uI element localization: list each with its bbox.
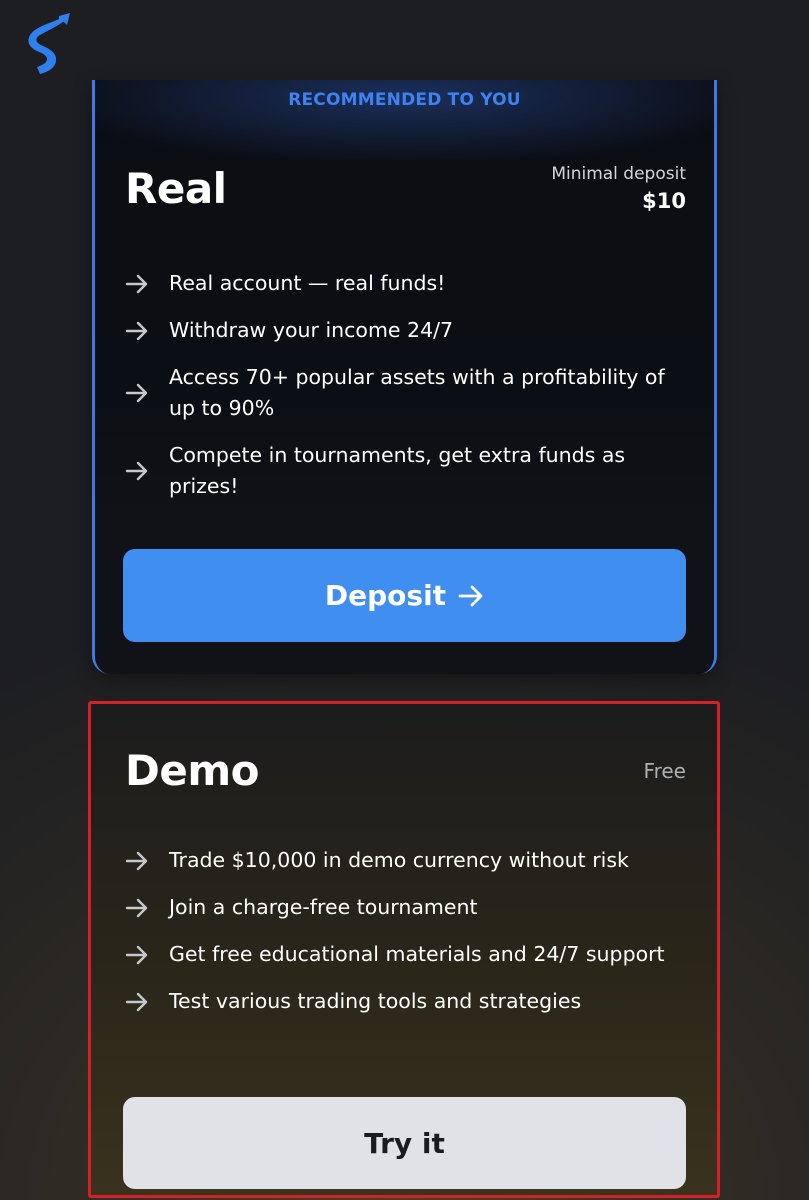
real-features-list: Real account — real funds! Withdraw your…: [125, 268, 685, 518]
real-card-title: Real: [125, 164, 227, 213]
list-item: Join a charge-free tournament: [125, 892, 685, 923]
arrow-right-icon: [125, 945, 151, 965]
arrow-right-icon: [125, 898, 151, 918]
feature-text: Access 70+ popular assets with a profita…: [169, 365, 665, 420]
list-item: Withdraw your income 24/7: [125, 315, 685, 346]
minimal-deposit-label: Minimal deposit: [551, 164, 686, 184]
minimal-deposit-info: Minimal deposit $10: [551, 164, 686, 213]
arrow-right-icon: [458, 585, 484, 607]
arrow-right-icon: [125, 461, 151, 481]
list-item: Access 70+ popular assets with a profita…: [125, 362, 685, 424]
feature-text: Real account — real funds!: [169, 271, 446, 295]
minimal-deposit-value: $10: [642, 189, 686, 213]
demo-card-title: Demo: [125, 746, 259, 795]
arrow-right-icon: [125, 383, 151, 403]
feature-text: Compete in tournaments, get extra funds …: [169, 443, 626, 498]
arrow-right-icon: [125, 992, 151, 1012]
demo-account-card: Demo Free Trade $10,000 in demo currency…: [88, 701, 720, 1198]
feature-text: Get free educational materials and 24/7 …: [169, 942, 665, 966]
list-item: Get free educational materials and 24/7 …: [125, 939, 685, 970]
feature-text: Join a charge-free tournament: [169, 895, 478, 919]
deposit-button[interactable]: Deposit: [123, 549, 686, 642]
list-item: Compete in tournaments, get extra funds …: [125, 440, 685, 502]
demo-price-label: Free: [643, 759, 686, 783]
arrow-right-icon: [125, 274, 151, 294]
list-item: Real account — real funds!: [125, 268, 685, 299]
brand-logo[interactable]: [26, 12, 72, 74]
list-item: Test various trading tools and strategie…: [125, 986, 685, 1017]
demo-features-list: Trade $10,000 in demo currency without r…: [125, 845, 685, 1033]
feature-text: Trade $10,000 in demo currency without r…: [169, 848, 629, 872]
feature-text: Withdraw your income 24/7: [169, 318, 454, 342]
recommended-banner: RECOMMENDED TO YOU: [288, 90, 521, 110]
real-account-card: RECOMMENDED TO YOU Real Minimal deposit …: [92, 80, 717, 674]
brand-s-logo-icon: [28, 13, 70, 74]
try-it-button[interactable]: Try it: [123, 1097, 686, 1189]
arrow-right-icon: [125, 321, 151, 341]
feature-text: Test various trading tools and strategie…: [169, 989, 582, 1013]
list-item: Trade $10,000 in demo currency without r…: [125, 845, 685, 876]
deposit-button-label: Deposit: [324, 579, 447, 612]
arrow-right-icon: [125, 851, 151, 871]
